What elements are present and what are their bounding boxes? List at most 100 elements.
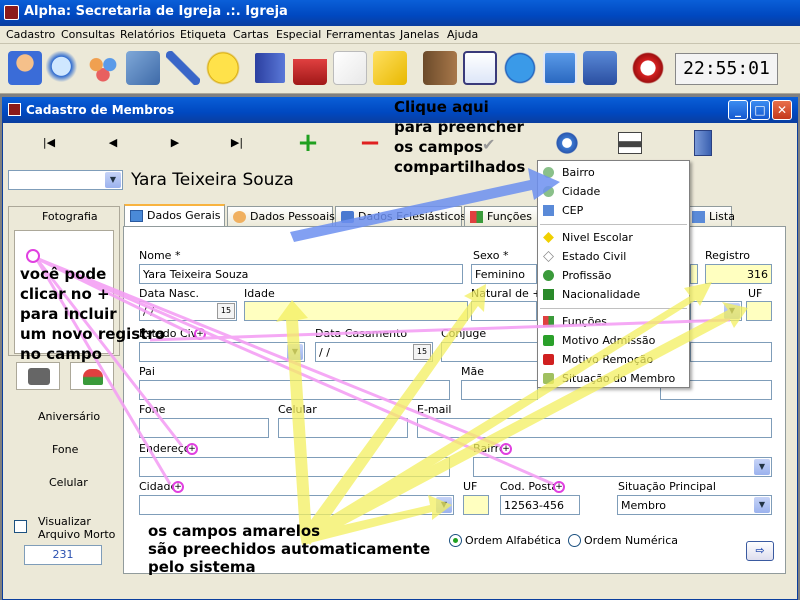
menu-item-bairro[interactable]: Bairro bbox=[538, 163, 689, 182]
maximize-button[interactable]: □ bbox=[750, 100, 770, 120]
tab-dados-eclesiasticos[interactable]: Dados Eclesiásticos bbox=[335, 206, 466, 226]
fone-label: Fone bbox=[52, 443, 79, 456]
mae-input[interactable] bbox=[461, 380, 538, 400]
menu-consultas[interactable]: Consultas bbox=[61, 28, 115, 41]
tab-funcoes[interactable]: Funções bbox=[464, 206, 544, 226]
natural-select-tail[interactable]: ▼ bbox=[690, 301, 742, 321]
natural-select[interactable] bbox=[471, 301, 537, 321]
estado-civil-add-button[interactable]: + bbox=[194, 328, 206, 340]
menu-item-nivel-escolar[interactable]: Nivel Escolar bbox=[538, 228, 689, 247]
exit-door-icon[interactable] bbox=[694, 130, 712, 156]
ordem-alfabetica-label: Ordem Alfabética bbox=[465, 534, 562, 547]
church-book-icon bbox=[341, 211, 354, 223]
record-count: 231 bbox=[24, 545, 102, 565]
checklist-icon[interactable] bbox=[463, 51, 497, 85]
calendar-picker-icon[interactable]: 15 bbox=[217, 303, 235, 319]
search-icon[interactable] bbox=[46, 51, 80, 85]
menu-item-motivo-admissao[interactable]: Motivo Admissão bbox=[538, 331, 689, 350]
cidade-add-button[interactable]: + bbox=[172, 481, 184, 493]
conjuge-input-tail[interactable] bbox=[690, 342, 772, 362]
calendar-picker-icon[interactable]: 15 bbox=[413, 344, 431, 360]
minimize-button[interactable]: _ bbox=[728, 100, 748, 120]
notepad-icon[interactable] bbox=[333, 51, 367, 85]
photo-label: Fotografia bbox=[42, 210, 98, 223]
menu-relatorios[interactable]: Relatórios bbox=[120, 28, 175, 41]
functions-icon bbox=[470, 211, 483, 223]
ordem-alfabetica-radio[interactable] bbox=[449, 534, 462, 547]
bairro-select[interactable]: ▼ bbox=[473, 457, 772, 477]
gear-icon[interactable] bbox=[554, 130, 580, 156]
menu-item-situacao-membro[interactable]: Situação do Membro bbox=[538, 369, 689, 388]
last-record-button[interactable]: ▶| bbox=[222, 128, 252, 158]
endereco-input[interactable] bbox=[139, 457, 450, 477]
menu-item-cidade[interactable]: Cidade bbox=[538, 182, 689, 201]
celular-input[interactable] bbox=[278, 418, 408, 438]
diamond-white-icon bbox=[543, 251, 554, 262]
gears-icon bbox=[543, 186, 554, 197]
gears-icon bbox=[543, 167, 554, 178]
menu-cadastro[interactable]: Cadastro bbox=[6, 28, 55, 41]
menu-item-motivo-remocao[interactable]: Motivo Remoção bbox=[538, 350, 689, 369]
data-casamento-input[interactable]: / /15 bbox=[315, 342, 433, 362]
tab-lista[interactable]: Lista bbox=[686, 206, 735, 226]
power-icon[interactable] bbox=[631, 51, 665, 85]
menu-etiqueta[interactable]: Etiqueta bbox=[180, 28, 226, 41]
undo-photo-button[interactable] bbox=[70, 362, 114, 390]
menu-especial[interactable]: Especial bbox=[276, 28, 321, 41]
menu-item-profissao[interactable]: Profissão bbox=[538, 266, 689, 285]
app-title: Alpha: Secretaria de Igreja .:. Igreja bbox=[24, 4, 288, 19]
ordem-numerica-radio[interactable] bbox=[568, 534, 581, 547]
globe-icon[interactable] bbox=[503, 51, 537, 85]
users-icon[interactable] bbox=[8, 51, 42, 85]
cod-postal-input[interactable]: 12563-456 bbox=[500, 495, 580, 515]
tab-dados-gerais[interactable]: Dados Gerais bbox=[124, 204, 225, 227]
bairro-add-button[interactable]: + bbox=[500, 443, 512, 455]
prev-record-button[interactable]: ◀ bbox=[98, 128, 128, 158]
fone-input[interactable] bbox=[139, 418, 269, 438]
idade-label: Idade bbox=[244, 287, 275, 300]
pai-input[interactable] bbox=[139, 380, 450, 400]
menu-ajuda[interactable]: Ajuda bbox=[447, 28, 478, 41]
next-record-button[interactable]: ▶ bbox=[160, 128, 190, 158]
next-arrow-button[interactable]: ⇨ bbox=[746, 541, 774, 561]
endereco-add-button[interactable]: + bbox=[186, 443, 198, 455]
menu-item-cep[interactable]: CEP bbox=[538, 201, 689, 220]
first-record-button[interactable]: |◀ bbox=[34, 128, 64, 158]
email-label: E-mail bbox=[417, 403, 452, 416]
address-book-icon[interactable] bbox=[423, 51, 457, 85]
menu-cartas[interactable]: Cartas bbox=[233, 28, 269, 41]
group-icon[interactable] bbox=[86, 51, 120, 85]
smiley-icon[interactable] bbox=[206, 51, 240, 85]
mail-icon[interactable] bbox=[373, 51, 407, 85]
email-input[interactable] bbox=[417, 418, 772, 438]
close-button[interactable]: ✕ bbox=[772, 100, 792, 120]
tab-dados-pessoais[interactable]: Dados Pessoais bbox=[227, 206, 335, 226]
menu-janelas[interactable]: Janelas bbox=[400, 28, 439, 41]
cod-postal-add-button[interactable]: + bbox=[553, 481, 565, 493]
menu-item-estado-civil[interactable]: Estado Civil bbox=[538, 247, 689, 266]
pen-icon[interactable] bbox=[166, 51, 200, 85]
undo-icon bbox=[83, 369, 103, 385]
book-icon[interactable] bbox=[253, 51, 287, 85]
save-icon[interactable] bbox=[583, 51, 617, 85]
idade-field bbox=[244, 301, 468, 321]
arquivo-morto-checkbox[interactable] bbox=[14, 520, 27, 533]
sexo-select[interactable]: Feminino bbox=[471, 264, 537, 284]
nome-input[interactable]: Yara Teixeira Souza bbox=[139, 264, 463, 284]
settings-grid-icon[interactable] bbox=[126, 51, 160, 85]
menu-item-funcoes[interactable]: Funções bbox=[538, 312, 689, 331]
camera-button[interactable] bbox=[16, 362, 60, 390]
olive-square-icon bbox=[543, 373, 554, 384]
menu-item-nacionalidade[interactable]: Nacionalidade bbox=[538, 285, 689, 304]
calendar-icon[interactable] bbox=[543, 51, 577, 85]
cidade-select[interactable]: ▼ bbox=[139, 495, 454, 515]
situacao-select[interactable]: Membro ▼ bbox=[617, 495, 772, 515]
conjuge-input[interactable] bbox=[441, 342, 538, 362]
record-selector[interactable]: ▼ bbox=[8, 170, 123, 190]
print-icon[interactable] bbox=[618, 132, 642, 154]
add-record-button[interactable]: + bbox=[293, 128, 323, 158]
remove-record-button[interactable]: − bbox=[355, 128, 385, 158]
toolbox-icon[interactable] bbox=[293, 51, 327, 85]
menu-ferramentas[interactable]: Ferramentas bbox=[326, 28, 395, 41]
nome-label: Nome * bbox=[139, 249, 181, 262]
